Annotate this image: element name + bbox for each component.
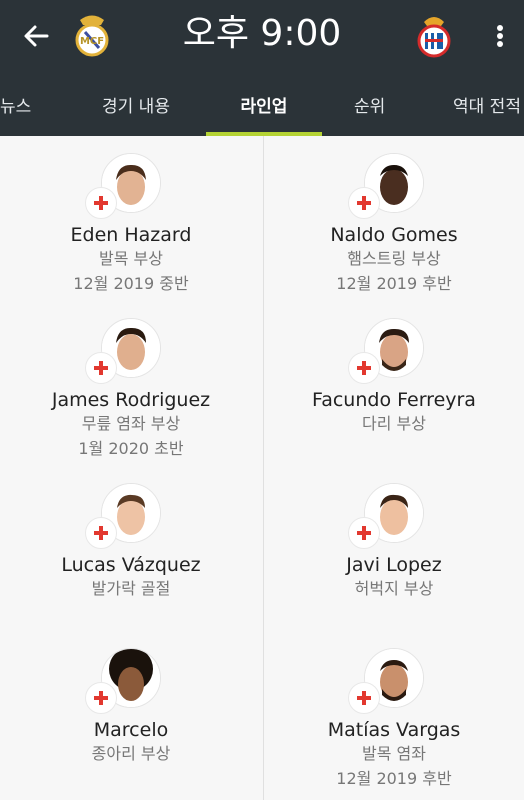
injury-icon [348,517,380,549]
player-name: Eden Hazard [70,224,192,246]
return-date: 12월 2019 후반 [336,769,452,788]
injury-icon [348,682,380,714]
player-card-home-4[interactable]: Marcelo 종아리 부상 [0,648,262,768]
injury-type: 발목 염좌 [362,744,426,763]
injury-icon [85,517,117,549]
player-avatar [85,318,161,384]
match-header: MCF 오후 9:00 뉴스 경기 내용 라인업 순위 역대 전적 [0,0,524,136]
espanyol-crest[interactable] [416,12,452,58]
player-name: Marcelo [93,719,169,741]
more-vertical-icon[interactable] [490,20,510,52]
player-card-away-2[interactable]: Facundo Ferreyra 다리 부상 [263,318,524,438]
player-name: James Rodriguez [51,389,211,411]
player-avatar [85,153,161,219]
injury-icon [85,352,117,384]
player-avatar [348,483,424,549]
injury-type: 종아리 부상 [91,744,171,763]
injury-type: 다리 부상 [362,414,426,433]
injury-type: 무릎 염좌 부상 [81,414,181,433]
tab-bar: 뉴스 경기 내용 라인업 순위 역대 전적 [0,86,524,136]
return-date: 12월 2019 중반 [73,274,189,293]
injury-type: 발목 부상 [99,249,163,268]
player-avatar [348,648,424,714]
player-card-away-3[interactable]: Javi Lopez 허벅지 부상 [263,483,524,603]
player-avatar [85,483,161,549]
player-card-home-2[interactable]: James Rodriguez 무릎 염좌 부상 1월 2020 초반 [0,318,262,468]
player-card-home-1[interactable]: Eden Hazard 발목 부상 12월 2019 중반 [0,153,262,303]
injury-icon [348,187,380,219]
player-name: Lucas Vázquez [61,554,201,576]
return-date: 12월 2019 후반 [336,274,452,293]
player-avatar [85,648,161,714]
return-date: 1월 2020 초반 [78,439,184,458]
injury-type: 발가락 골절 [91,579,171,598]
injury-type: 햄스트링 부상 [347,249,441,268]
tab-news[interactable]: 뉴스 [0,86,31,136]
injury-icon [85,187,117,219]
player-name: Naldo Gomes [330,224,458,246]
player-avatar [348,318,424,384]
player-card-away-4[interactable]: Matías Vargas 발목 염좌 12월 2019 후반 [263,648,524,798]
player-card-home-3[interactable]: Lucas Vázquez 발가락 골절 [0,483,262,603]
tab-lineup[interactable]: 라인업 [206,86,322,136]
tab-standings[interactable]: 순위 [354,86,385,136]
tab-head-to-head[interactable]: 역대 전적 [453,86,521,136]
player-name: Javi Lopez [346,554,442,576]
player-card-away-1[interactable]: Naldo Gomes 햄스트링 부상 12월 2019 후반 [263,153,524,303]
player-name: Matías Vargas [327,719,461,741]
player-name: Facundo Ferreyra [312,389,476,411]
injury-icon [85,682,117,714]
injury-type: 허벅지 부상 [354,579,434,598]
player-avatar [348,153,424,219]
injury-icon [348,352,380,384]
tab-match-details[interactable]: 경기 내용 [102,86,170,136]
